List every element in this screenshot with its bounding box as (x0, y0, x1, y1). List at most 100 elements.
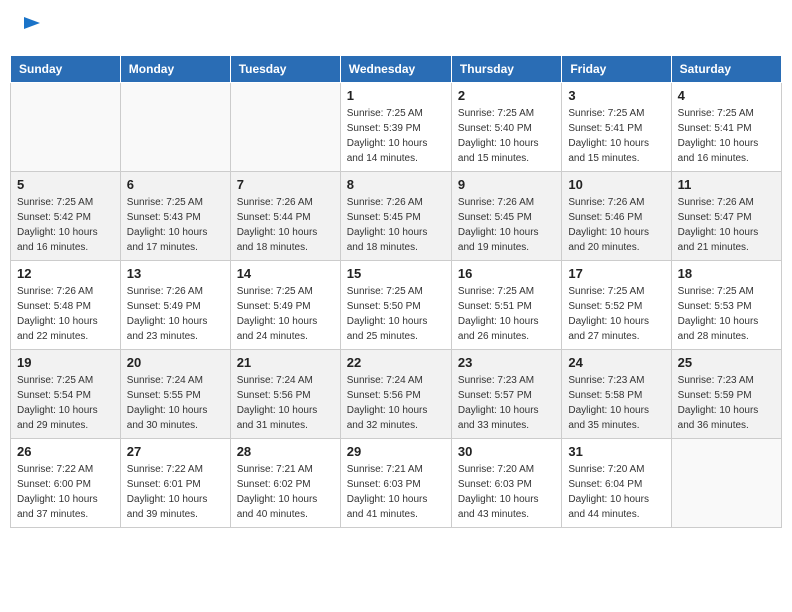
day-number: 31 (568, 444, 664, 459)
calendar-cell: 6Sunrise: 7:25 AM Sunset: 5:43 PM Daylig… (120, 172, 230, 261)
calendar-cell: 19Sunrise: 7:25 AM Sunset: 5:54 PM Dayli… (11, 350, 121, 439)
calendar-cell: 26 Sunrise: 7:22 AM Sunset: 6:00 PM Dayli… (11, 439, 121, 528)
day-info: Sunrise: 7:26 AM Sunset: 5:49 PM Dayligh… (127, 284, 224, 344)
day-number: 26 (17, 444, 114, 459)
calendar-cell: 8 Sunrise: 7:26 AM Sunset: 5:45 PM Daylig… (340, 172, 451, 261)
day-info: Sunrise: 7:24 AM Sunset: 5:56 PM Dayligh… (347, 373, 445, 433)
day-number: 13 (127, 266, 224, 281)
calendar-cell: 24 Sunrise: 7:23 AM Sunset: 5:58 PM Dayli… (562, 350, 671, 439)
calendar-cell: 12 Sunrise: 7:26 AM Sunset: 5:48 PM Dayli… (11, 261, 121, 350)
day-number: 28 (237, 444, 334, 459)
day-info: Sunrise: 7:25 AM Sunset: 5:40 PM Dayligh… (458, 106, 555, 166)
day-info: Sunrise: 7:26 AM Sunset: 5:48 PM Dayligh… (17, 284, 114, 344)
day-number: 15 (347, 266, 445, 281)
day-info: Sunrise: 7:26 AM Sunset: 5:47 PM Dayligh… (678, 195, 775, 255)
column-header-thursday: Thursday (451, 56, 561, 83)
calendar-week-row: 1 Sunrise: 7:25 AM Sunset: 5:39 PM Daylig… (11, 83, 782, 172)
day-info: Sunrise: 7:22 AM Sunset: 6:00 PM Dayligh… (17, 462, 114, 522)
day-number: 25 (678, 355, 775, 370)
day-number: 22 (347, 355, 445, 370)
day-number: 7 (237, 177, 334, 192)
day-info: Sunrise: 7:25 AM Sunset: 5:50 PM Dayligh… (347, 284, 445, 344)
calendar-cell: 14 Sunrise: 7:25 AM Sunset: 5:49 PM Dayli… (230, 261, 340, 350)
calendar-cell: 30 Sunrise: 7:20 AM Sunset: 6:03 PM Dayli… (451, 439, 561, 528)
day-info: Sunrise: 7:25 AM Sunset: 5:41 PM Dayligh… (568, 106, 664, 166)
day-info: Sunrise: 7:26 AM Sunset: 5:45 PM Dayligh… (458, 195, 555, 255)
calendar-cell: 15 Sunrise: 7:25 AM Sunset: 5:50 PM Dayli… (340, 261, 451, 350)
day-number: 1 (347, 88, 445, 103)
day-info: Sunrise: 7:25 AM Sunset: 5:41 PM Dayligh… (678, 106, 775, 166)
day-info: Sunrise: 7:24 AM Sunset: 5:56 PM Dayligh… (237, 373, 334, 433)
day-number: 18 (678, 266, 775, 281)
calendar-cell: 7Sunrise: 7:26 AM Sunset: 5:44 PM Daylig… (230, 172, 340, 261)
day-number: 23 (458, 355, 555, 370)
day-number: 30 (458, 444, 555, 459)
page-header (10, 10, 782, 45)
day-info: Sunrise: 7:26 AM Sunset: 5:46 PM Dayligh… (568, 195, 664, 255)
calendar-cell: 21Sunrise: 7:24 AM Sunset: 5:56 PM Dayli… (230, 350, 340, 439)
day-number: 14 (237, 266, 334, 281)
day-number: 12 (17, 266, 114, 281)
calendar-week-row: 19Sunrise: 7:25 AM Sunset: 5:54 PM Dayli… (11, 350, 782, 439)
day-info: Sunrise: 7:25 AM Sunset: 5:54 PM Dayligh… (17, 373, 114, 433)
calendar-cell: 1 Sunrise: 7:25 AM Sunset: 5:39 PM Daylig… (340, 83, 451, 172)
calendar-cell (11, 83, 121, 172)
calendar-cell: 25 Sunrise: 7:23 AM Sunset: 5:59 PM Dayli… (671, 350, 781, 439)
day-number: 5 (17, 177, 114, 192)
day-number: 9 (458, 177, 555, 192)
day-info: Sunrise: 7:25 AM Sunset: 5:43 PM Dayligh… (127, 195, 224, 255)
calendar-cell: 29 Sunrise: 7:21 AM Sunset: 6:03 PM Dayli… (340, 439, 451, 528)
calendar-table: SundayMondayTuesdayWednesdayThursdayFrid… (10, 55, 782, 528)
calendar-week-row: 26 Sunrise: 7:22 AM Sunset: 6:00 PM Dayli… (11, 439, 782, 528)
day-number: 24 (568, 355, 664, 370)
calendar-week-row: 5 Sunrise: 7:25 AM Sunset: 5:42 PM Daylig… (11, 172, 782, 261)
day-info: Sunrise: 7:25 AM Sunset: 5:51 PM Dayligh… (458, 284, 555, 344)
calendar-cell: 17 Sunrise: 7:25 AM Sunset: 5:52 PM Dayli… (562, 261, 671, 350)
day-info: Sunrise: 7:25 AM Sunset: 5:53 PM Dayligh… (678, 284, 775, 344)
day-number: 16 (458, 266, 555, 281)
column-header-friday: Friday (562, 56, 671, 83)
day-info: Sunrise: 7:21 AM Sunset: 6:02 PM Dayligh… (237, 462, 334, 522)
calendar-cell: 9 Sunrise: 7:26 AM Sunset: 5:45 PM Daylig… (451, 172, 561, 261)
day-info: Sunrise: 7:26 AM Sunset: 5:45 PM Dayligh… (347, 195, 445, 255)
logo-flag-icon (22, 15, 42, 35)
calendar-cell: 16 Sunrise: 7:25 AM Sunset: 5:51 PM Dayli… (451, 261, 561, 350)
column-header-tuesday: Tuesday (230, 56, 340, 83)
day-number: 27 (127, 444, 224, 459)
calendar-cell: 23Sunrise: 7:23 AM Sunset: 5:57 PM Dayli… (451, 350, 561, 439)
calendar-cell: 18 Sunrise: 7:25 AM Sunset: 5:53 PM Dayli… (671, 261, 781, 350)
day-number: 8 (347, 177, 445, 192)
calendar-cell: 31 Sunrise: 7:20 AM Sunset: 6:04 PM Dayli… (562, 439, 671, 528)
day-info: Sunrise: 7:20 AM Sunset: 6:04 PM Dayligh… (568, 462, 664, 522)
calendar-cell: 10 Sunrise: 7:26 AM Sunset: 5:46 PM Dayli… (562, 172, 671, 261)
column-header-monday: Monday (120, 56, 230, 83)
calendar-cell: 11 Sunrise: 7:26 AM Sunset: 5:47 PM Dayli… (671, 172, 781, 261)
calendar-header-row: SundayMondayTuesdayWednesdayThursdayFrid… (11, 56, 782, 83)
day-number: 2 (458, 88, 555, 103)
day-number: 4 (678, 88, 775, 103)
day-info: Sunrise: 7:23 AM Sunset: 5:58 PM Dayligh… (568, 373, 664, 433)
calendar-cell: 28 Sunrise: 7:21 AM Sunset: 6:02 PM Dayli… (230, 439, 340, 528)
day-info: Sunrise: 7:21 AM Sunset: 6:03 PM Dayligh… (347, 462, 445, 522)
calendar-cell: 4 Sunrise: 7:25 AM Sunset: 5:41 PM Daylig… (671, 83, 781, 172)
day-info: Sunrise: 7:25 AM Sunset: 5:49 PM Dayligh… (237, 284, 334, 344)
day-number: 10 (568, 177, 664, 192)
calendar-cell: 2 Sunrise: 7:25 AM Sunset: 5:40 PM Daylig… (451, 83, 561, 172)
calendar-cell: 5 Sunrise: 7:25 AM Sunset: 5:42 PM Daylig… (11, 172, 121, 261)
logo (20, 15, 42, 40)
day-number: 3 (568, 88, 664, 103)
day-info: Sunrise: 7:20 AM Sunset: 6:03 PM Dayligh… (458, 462, 555, 522)
day-number: 11 (678, 177, 775, 192)
calendar-cell: 22 Sunrise: 7:24 AM Sunset: 5:56 PM Dayli… (340, 350, 451, 439)
day-info: Sunrise: 7:23 AM Sunset: 5:59 PM Dayligh… (678, 373, 775, 433)
day-info: Sunrise: 7:22 AM Sunset: 6:01 PM Dayligh… (127, 462, 224, 522)
day-info: Sunrise: 7:25 AM Sunset: 5:42 PM Dayligh… (17, 195, 114, 255)
day-info: Sunrise: 7:25 AM Sunset: 5:52 PM Dayligh… (568, 284, 664, 344)
calendar-cell: 13 Sunrise: 7:26 AM Sunset: 5:49 PM Dayli… (120, 261, 230, 350)
calendar-cell (671, 439, 781, 528)
day-number: 17 (568, 266, 664, 281)
day-number: 29 (347, 444, 445, 459)
day-info: Sunrise: 7:25 AM Sunset: 5:39 PM Dayligh… (347, 106, 445, 166)
day-number: 20 (127, 355, 224, 370)
column-header-wednesday: Wednesday (340, 56, 451, 83)
